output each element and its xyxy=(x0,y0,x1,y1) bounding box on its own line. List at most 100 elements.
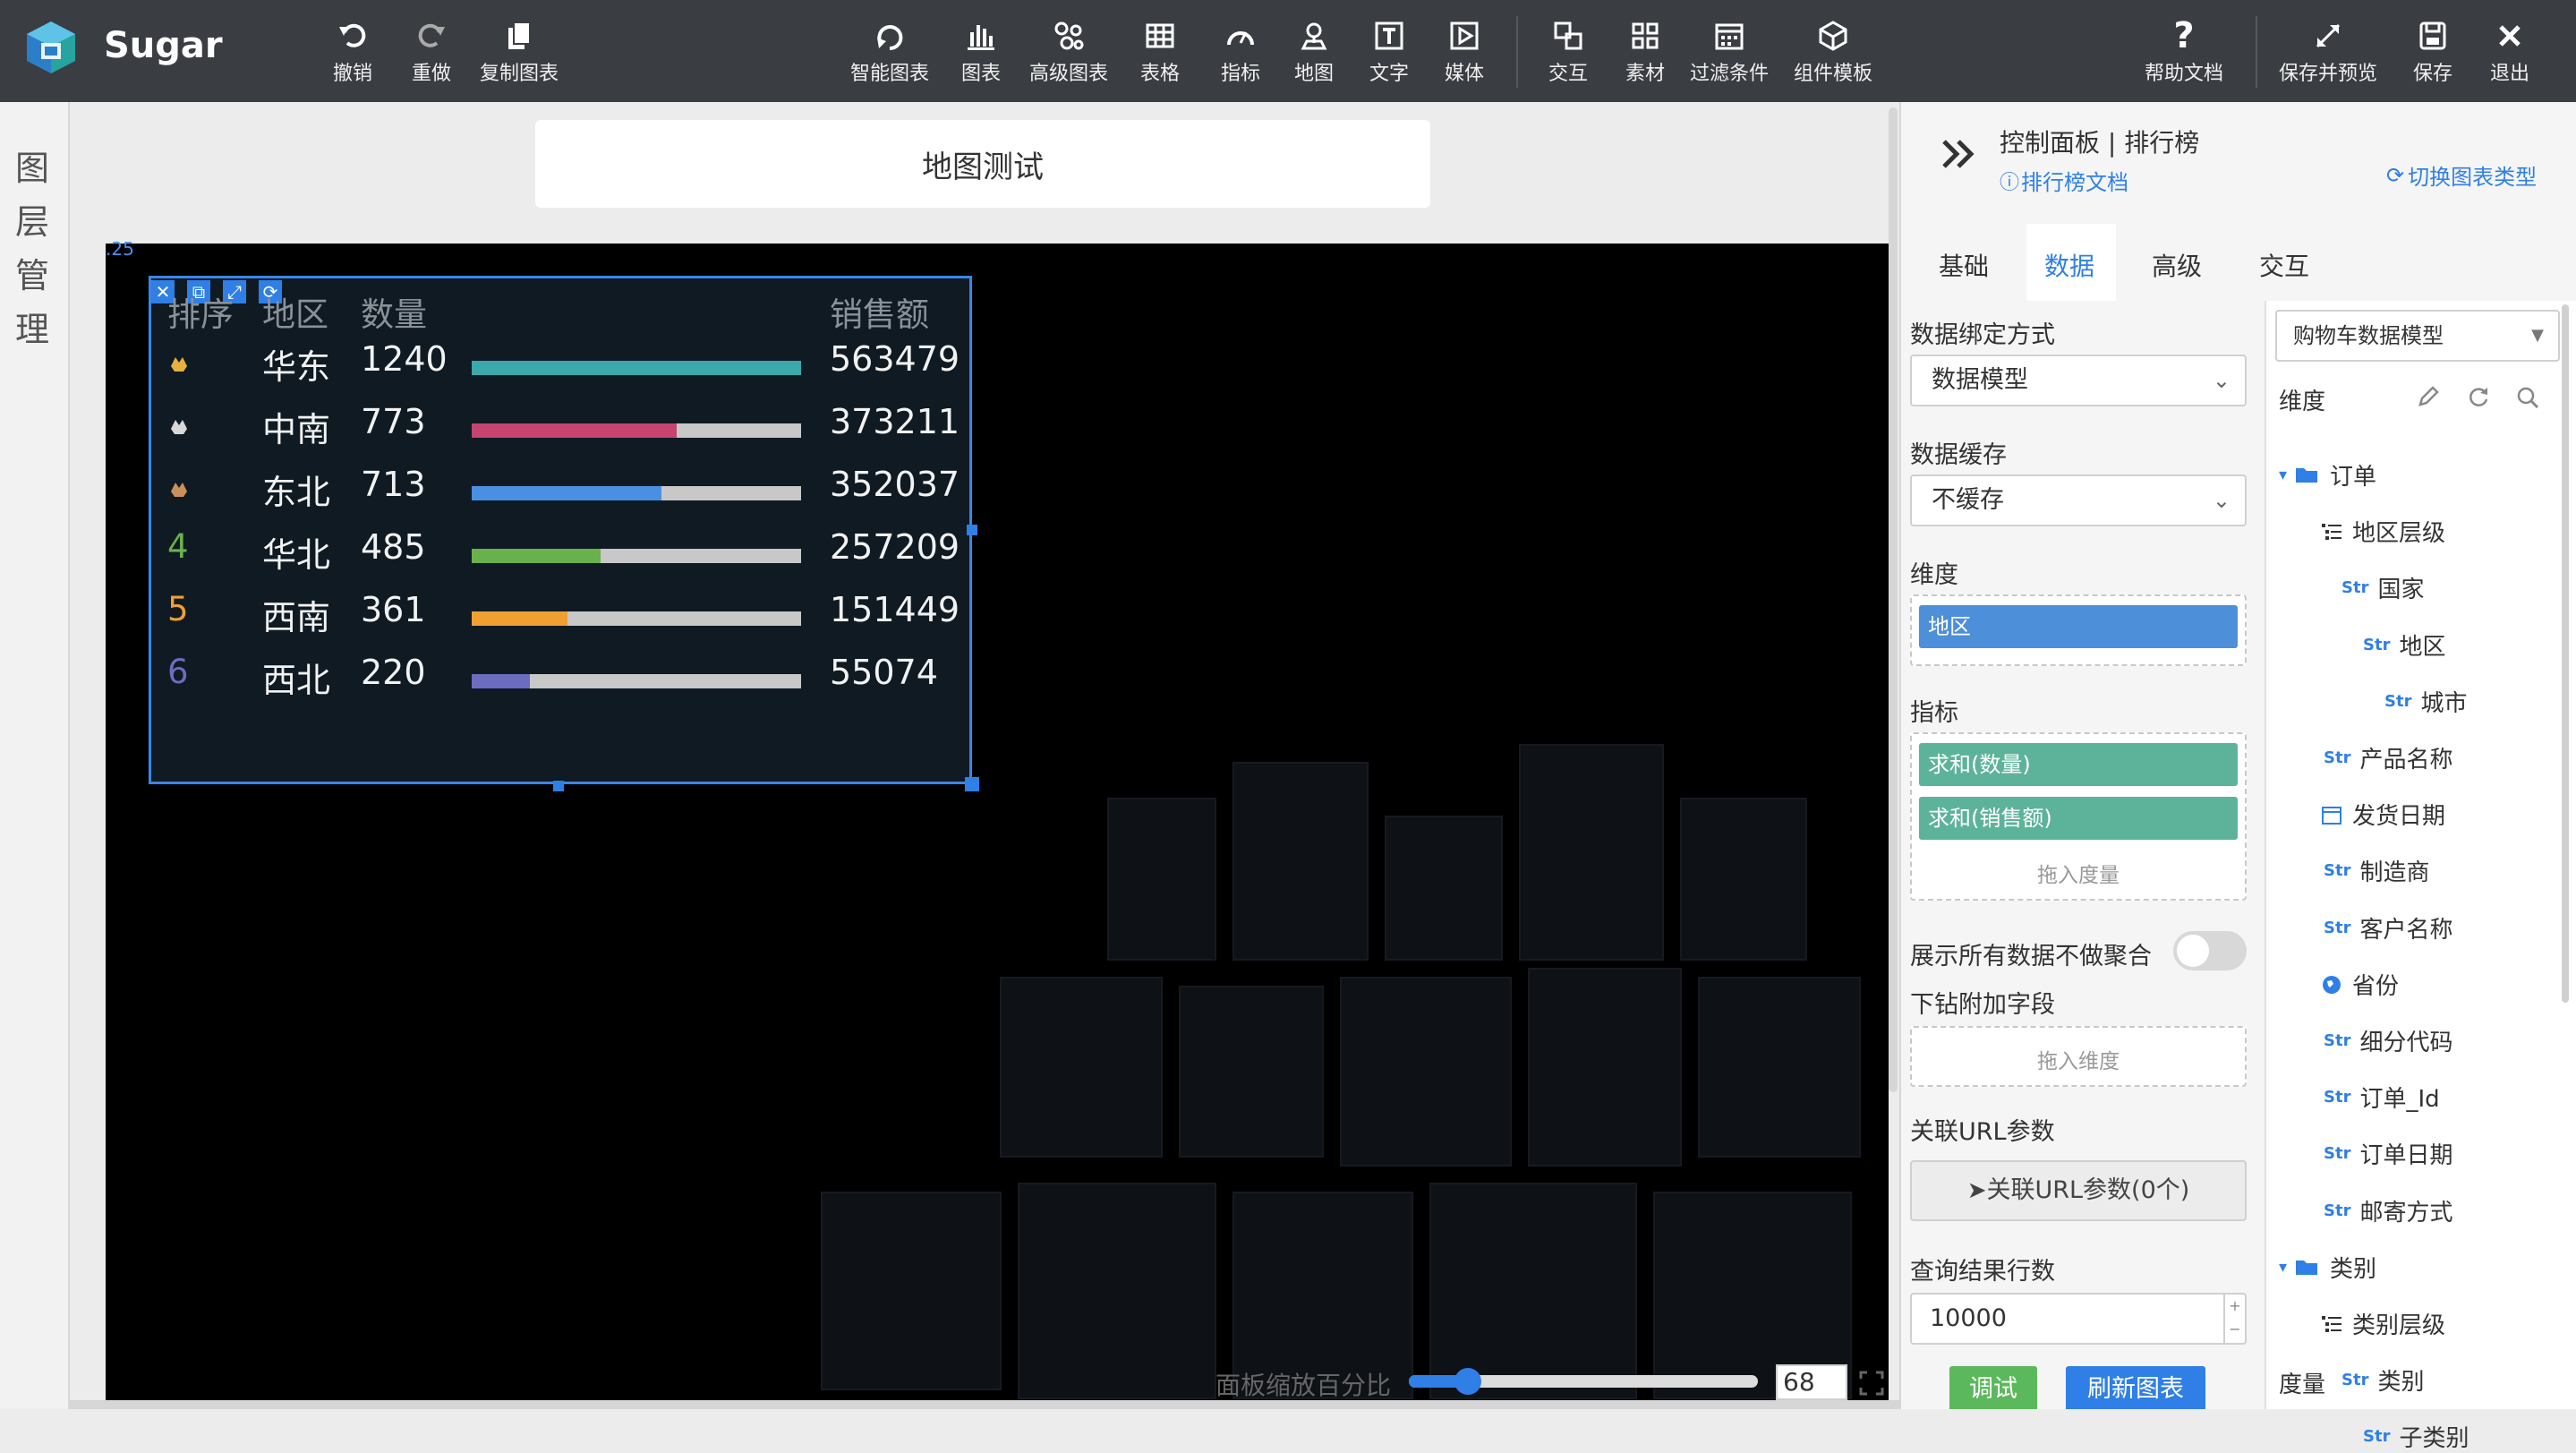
table-label: 表格 xyxy=(1140,63,1181,85)
dimension-dropzone[interactable]: 地区 xyxy=(1910,594,2247,666)
exit-button[interactable]: 退出 xyxy=(2490,16,2529,91)
tree-folder[interactable]: ▾ 类别 xyxy=(2279,1251,2376,1284)
save-label: 保存 xyxy=(2413,63,2453,85)
tab-advanced[interactable]: 高级 xyxy=(2152,247,2202,283)
indicator-button[interactable]: 指标 xyxy=(1221,16,1260,91)
media-button[interactable]: 媒体 xyxy=(1445,16,1484,91)
zoom-value-input[interactable]: 68 xyxy=(1776,1364,1847,1400)
hierarchy-icon xyxy=(2320,521,2343,543)
sugar-logo-icon xyxy=(27,21,75,73)
tree-field[interactable]: Str 产品名称 xyxy=(2324,741,2452,774)
canvas-title[interactable]: 地图测试 xyxy=(535,120,1430,208)
help-doc-button[interactable]: ? 帮助文档 xyxy=(2145,15,2223,91)
region-cell: 东北 xyxy=(262,473,331,512)
drill-dropzone[interactable]: 拖入维度 xyxy=(1910,1026,2247,1087)
tab-interaction[interactable]: 交互 xyxy=(2259,247,2309,283)
tree-field[interactable]: Str 客户名称 xyxy=(2324,911,2452,944)
tab-basic[interactable]: 基础 xyxy=(1939,247,1989,283)
measure-dropzone[interactable]: 求和(数量) 求和(销售额) 拖入度量 xyxy=(1910,732,2247,901)
result-rows-value: 10000 xyxy=(1930,1304,2007,1332)
redo-icon xyxy=(414,16,449,56)
cache-select-value: 不缓存 xyxy=(1932,486,2004,514)
model-scrollbar[interactable] xyxy=(2562,304,2569,1003)
interact-button[interactable]: 交互 xyxy=(1548,16,1588,91)
result-rows-stepper[interactable]: + − xyxy=(2223,1295,2245,1343)
collapse-panel-icon[interactable] xyxy=(1939,136,1978,172)
text-label: 文字 xyxy=(1369,63,1410,85)
table-button[interactable]: 表格 xyxy=(1140,16,1180,91)
switch-chart-type-link[interactable]: ⟳ 切换图表类型 xyxy=(2386,159,2537,191)
sales-cell: 563479 xyxy=(830,339,960,379)
interact-icon xyxy=(1550,16,1586,56)
progress-bar xyxy=(472,549,801,563)
tree-field[interactable]: Str 邮寄方式 xyxy=(2324,1194,2452,1227)
canvas-vertical-scrollbar[interactable] xyxy=(1889,107,1898,1092)
dimension-label: 维度 xyxy=(1910,561,1958,589)
zoom-slider[interactable] xyxy=(1409,1368,1758,1395)
tree-item-label: 类别层级 xyxy=(2352,1312,2446,1339)
measure-chip-sales[interactable]: 求和(销售额) xyxy=(1919,797,2238,840)
tree-field[interactable]: Str 子类别 xyxy=(2363,1420,2469,1453)
filter-button[interactable]: 过滤条件 xyxy=(1690,16,1769,91)
measure-label: 指标 xyxy=(1910,699,1958,727)
debug-button[interactable]: 调试 xyxy=(1949,1366,2037,1409)
header-sales: 销售额 xyxy=(830,295,929,334)
resize-handle-right[interactable] xyxy=(967,525,977,535)
tree-folder[interactable]: ▾ 订单 xyxy=(2279,458,2376,491)
dimension-chip[interactable]: 地区 xyxy=(1919,605,2238,648)
advanced-chart-button[interactable]: 高级图表 xyxy=(1029,16,1108,91)
tree-field[interactable]: 省份 xyxy=(2320,968,2399,1001)
canvas-horizontal-scrollbar[interactable] xyxy=(70,1400,1899,1409)
tree-field[interactable]: 类别层级 xyxy=(2320,1307,2445,1340)
tree-field[interactable]: Str 地区 xyxy=(2363,628,2445,662)
edit-icon[interactable] xyxy=(2417,385,2440,408)
url-params-button[interactable]: ➤关联URL参数(0个) xyxy=(1910,1160,2247,1221)
tree-field[interactable]: Str 制造商 xyxy=(2324,854,2429,887)
measure-chip-qty[interactable]: 求和(数量) xyxy=(1919,743,2238,786)
tree-field[interactable]: Str 订单_Id xyxy=(2324,1081,2440,1114)
cache-select[interactable]: 不缓存 ⌄ xyxy=(1910,474,2247,526)
chart-button[interactable]: 图表 xyxy=(961,16,1001,91)
data-model-select[interactable]: 购物车数据模型 ▼ xyxy=(2275,310,2560,362)
tree-field[interactable]: Str 城市 xyxy=(2384,685,2467,718)
refresh-chart-button[interactable]: 刷新图表 xyxy=(2066,1366,2205,1409)
tree-field[interactable]: Str 细分代码 xyxy=(2324,1024,2452,1057)
map-label: 地图 xyxy=(1294,63,1335,85)
ranking-row: 4 华北 485 257209 xyxy=(151,527,975,590)
smart-chart-button[interactable]: 智能图表 xyxy=(850,16,929,91)
layer-panel[interactable]: 图层管理 xyxy=(0,102,70,1409)
calendar-icon xyxy=(1711,16,1747,56)
resize-handle-bottom[interactable] xyxy=(553,781,564,791)
tree-item-label: 制造商 xyxy=(2359,859,2430,886)
tab-data[interactable]: 数据 xyxy=(2044,247,2094,283)
panel-doc-link[interactable]: ⓘ 排行榜文档 xyxy=(2000,165,2128,196)
material-button[interactable]: 素材 xyxy=(1625,16,1665,91)
undo-button[interactable]: 撤销 xyxy=(333,16,372,91)
tree-item-label: 类别 xyxy=(2330,1256,2377,1283)
tree-field[interactable]: Str 订单日期 xyxy=(2324,1137,2452,1170)
ranking-widget[interactable]: ✕ ⧉ ⤢ ⟳ 排序 地区 数量 销售额 华东 1240 563479 中南 773 37… xyxy=(149,276,972,784)
binding-select[interactable]: 数据模型 ⌄ xyxy=(1910,355,2247,406)
redo-button[interactable]: 重做 xyxy=(412,16,451,91)
tree-field[interactable]: 发货日期 xyxy=(2320,798,2445,831)
header-qty: 数量 xyxy=(361,295,427,334)
save-button[interactable]: 保存 xyxy=(2413,16,2452,91)
refresh-icon[interactable] xyxy=(2467,385,2490,408)
region-cell: 西北 xyxy=(262,661,331,700)
search-icon[interactable] xyxy=(2515,385,2540,410)
map-button[interactable]: 地图 xyxy=(1294,16,1334,91)
save-preview-button[interactable]: 保存并预览 xyxy=(2279,16,2377,91)
binding-select-value: 数据模型 xyxy=(1932,366,2028,394)
component-template-label: 组件模板 xyxy=(1794,63,1873,85)
tree-field[interactable]: Str 国家 xyxy=(2341,571,2424,604)
progress-bar-fill xyxy=(472,611,568,626)
fullscreen-icon[interactable] xyxy=(1858,1370,1885,1397)
no-aggregate-toggle[interactable] xyxy=(2173,931,2247,970)
tree-field[interactable]: 地区层级 xyxy=(2320,515,2445,548)
text-button[interactable]: 文字 xyxy=(1369,16,1409,91)
copy-chart-button[interactable]: 复制图表 xyxy=(480,16,559,91)
tree-field[interactable]: Str 类别 xyxy=(2341,1363,2424,1397)
resize-handle-corner[interactable] xyxy=(965,777,979,791)
result-rows-input[interactable]: 10000 + − xyxy=(1910,1293,2247,1345)
component-template-button[interactable]: 组件模板 xyxy=(1794,16,1872,91)
